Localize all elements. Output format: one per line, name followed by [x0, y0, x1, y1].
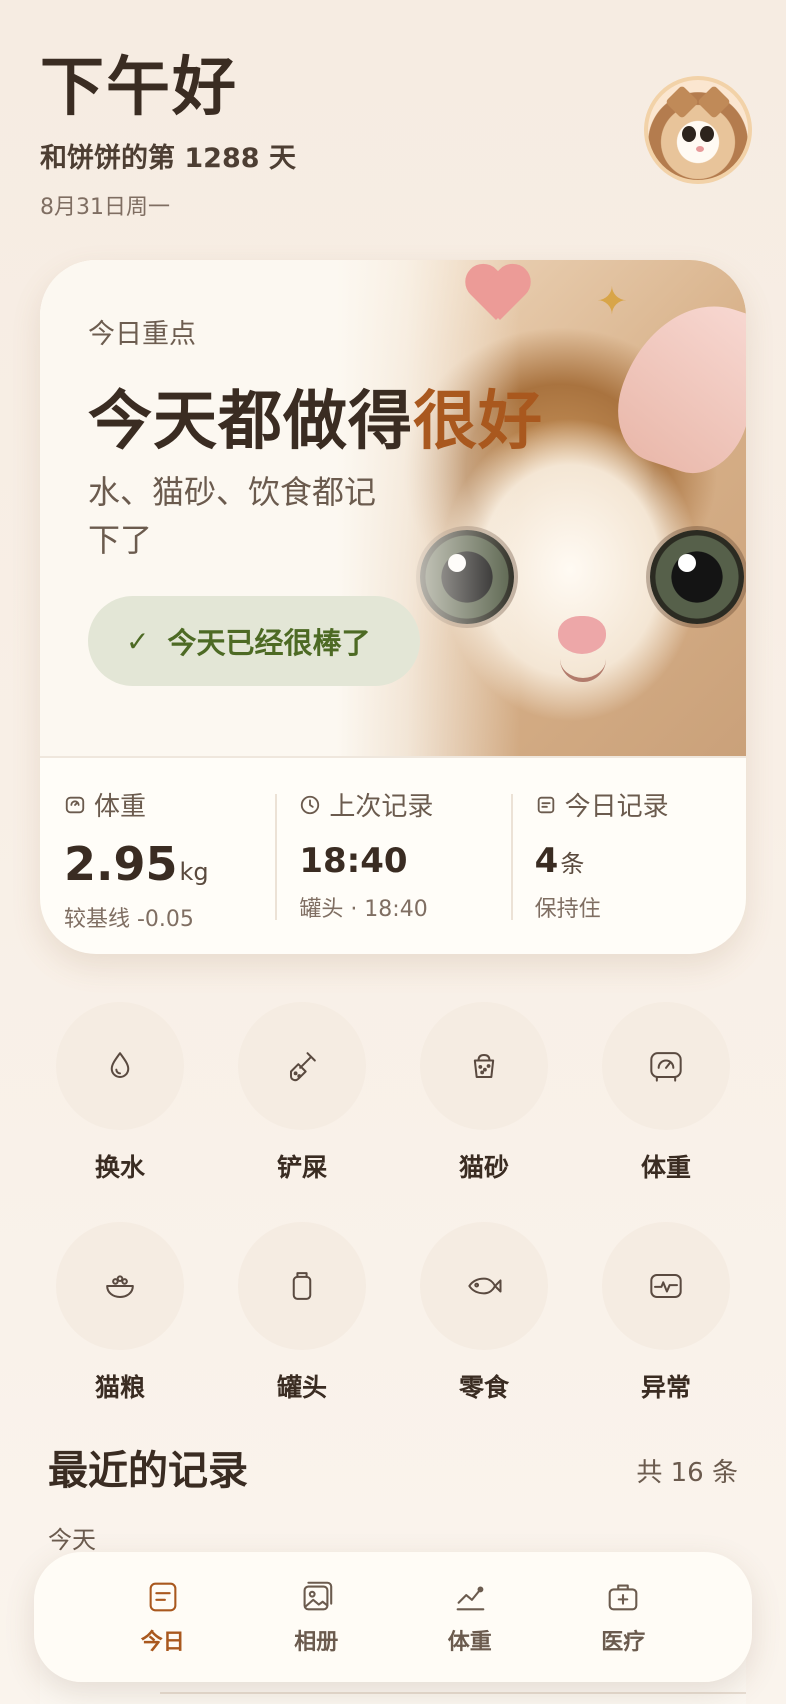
last-record-time: 18:40 — [299, 841, 408, 881]
avatar-ear — [697, 85, 731, 119]
action-label: 猫砂 — [458, 1153, 509, 1182]
stat-weight[interactable]: 体重 2.95kg 较基线 -0.05 — [40, 758, 275, 954]
action-water[interactable]: 换水 — [56, 1002, 184, 1184]
stat-label: 今日记录 — [564, 792, 669, 822]
avatar-eye — [700, 126, 714, 142]
nav-album[interactable]: 相册 — [261, 1578, 371, 1656]
today-record-count: 4 — [534, 841, 559, 881]
praise-pill[interactable]: ✓ 今天已经很棒了 — [88, 596, 420, 686]
sparkle-icon: ✦ — [596, 279, 628, 323]
action-can[interactable]: 罐头 — [238, 1222, 366, 1404]
recent-records-count[interactable]: 共 16 条 — [636, 1452, 738, 1489]
bottom-nav: 今日 相册 体重 医疗 — [34, 1552, 752, 1682]
action-abnormal[interactable]: 异常 — [602, 1222, 730, 1404]
nav-label: 体重 — [447, 1630, 492, 1655]
heartbeat-icon — [650, 1273, 682, 1299]
greeting: 下午好 — [40, 51, 238, 125]
weight-unit: kg — [179, 858, 209, 886]
avatar-eye — [682, 126, 696, 142]
hero-title: 今天都做得很好 — [88, 370, 543, 462]
chart-icon — [456, 1586, 485, 1611]
heart-icon — [464, 266, 528, 322]
quick-actions: 换水 铲屎 猫砂 体重 猫粮 罐头 零食 异常 — [56, 1002, 730, 1404]
avatar-nose — [696, 146, 704, 152]
scale-icon — [65, 796, 85, 813]
action-label: 罐头 — [276, 1373, 327, 1402]
action-snack[interactable]: 零食 — [420, 1222, 548, 1404]
header: 下午好 和饼饼的第 1288 天 8月31日周一 — [40, 50, 296, 221]
days-together: 和饼饼的第 1288 天 — [40, 143, 296, 174]
litter-box-icon — [473, 1053, 495, 1079]
avatar-ear — [665, 85, 699, 119]
check-icon: ✓ — [126, 624, 150, 658]
medical-kit-icon — [608, 1584, 638, 1611]
action-label: 零食 — [458, 1373, 509, 1402]
hero-banner: ✦ 今日重点 今天都做得很好 水、猫砂、饮食都记下了 ✓ 今天已经很棒了 — [40, 260, 746, 756]
scoop-icon — [289, 1052, 316, 1082]
stat-label: 体重 — [94, 792, 147, 822]
nav-weight[interactable]: 体重 — [415, 1578, 525, 1656]
action-dry-food[interactable]: 猫粮 — [56, 1222, 184, 1404]
nav-today[interactable]: 今日 — [108, 1578, 218, 1656]
stat-note: 罐头 · 18:40 — [299, 897, 428, 922]
hero-description: 水、猫砂、饮食都记下了 — [88, 473, 377, 559]
action-litter[interactable]: 猫砂 — [420, 1002, 548, 1184]
nav-label: 今日 — [140, 1630, 185, 1655]
praise-pill-label: 今天已经很棒了 — [167, 626, 371, 660]
group-label-today: 今天 — [48, 1526, 96, 1554]
action-label: 猫粮 — [94, 1373, 145, 1402]
fish-icon — [468, 1277, 502, 1295]
hero-label: 今日重点 — [88, 319, 196, 350]
stat-label: 上次记录 — [329, 792, 434, 822]
action-weight[interactable]: 体重 — [602, 1002, 730, 1184]
date: 8月31日周一 — [40, 195, 170, 220]
nav-label: 医疗 — [601, 1630, 646, 1655]
note-icon — [149, 1582, 177, 1612]
today-record-unit: 条 — [560, 850, 585, 878]
today-focus-card[interactable]: ✦ 今日重点 今天都做得很好 水、猫砂、饮食都记下了 ✓ 今天已经很棒了 体重 … — [40, 260, 746, 954]
divider — [160, 1692, 746, 1694]
stat-last-record[interactable]: 上次记录 18:40 罐头 · 18:40 — [275, 758, 510, 954]
action-label: 换水 — [94, 1153, 145, 1182]
album-icon — [303, 1581, 333, 1611]
hero-title-main: 今天都做得 — [88, 385, 413, 459]
hero-title-accent: 很好 — [413, 385, 543, 459]
stat-note: 较基线 -0.05 — [64, 907, 194, 932]
water-drop-icon — [110, 1052, 130, 1078]
nav-label: 相册 — [294, 1630, 339, 1655]
action-label: 铲屎 — [276, 1153, 327, 1182]
note-icon — [537, 796, 554, 813]
stats-row: 体重 2.95kg 较基线 -0.05 上次记录 18:40 罐头 · 18:4… — [40, 756, 746, 954]
cat-avatar[interactable] — [644, 76, 752, 184]
stat-note: 保持住 — [534, 897, 601, 922]
action-label: 异常 — [640, 1373, 691, 1402]
clock-icon — [301, 795, 320, 814]
can-icon — [292, 1272, 312, 1300]
scale-icon — [650, 1052, 682, 1082]
weight-value: 2.95 — [64, 837, 178, 891]
food-bowl-icon — [106, 1275, 134, 1299]
action-scoop[interactable]: 铲屎 — [238, 1002, 366, 1184]
action-label: 体重 — [640, 1153, 691, 1182]
stat-today-records[interactable]: 今日记录 4条 保持住 — [510, 758, 746, 954]
recent-records-title: 最近的记录 — [48, 1448, 248, 1494]
nav-medical[interactable]: 医疗 — [568, 1578, 678, 1656]
